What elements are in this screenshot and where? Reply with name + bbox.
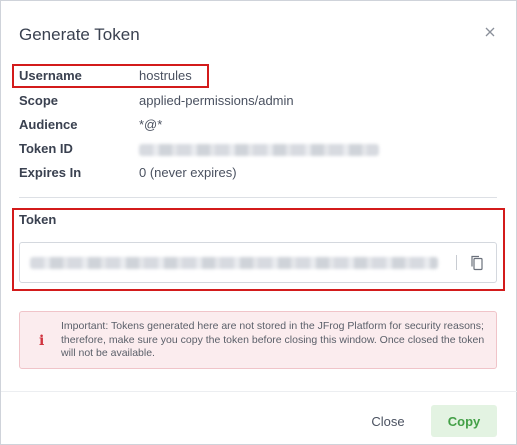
username-label: Username [19, 68, 82, 83]
copy-button[interactable]: Copy [431, 405, 497, 437]
footer-divider [1, 391, 517, 392]
scope-label: Scope [19, 93, 59, 108]
warning-banner: i Important: Tokens generated here are n… [19, 311, 497, 369]
generate-token-dialog: Generate Token Username hostrules Scope … [0, 0, 517, 445]
copy-icon[interactable] [469, 254, 485, 272]
username-value: hostrules [139, 68, 192, 83]
token-redacted-value [30, 257, 438, 269]
token-id-redacted [139, 144, 379, 156]
audience-label: Audience [19, 117, 78, 132]
token-label: Token [19, 212, 57, 227]
close-button[interactable]: Close [359, 405, 417, 437]
info-icon: i [39, 333, 45, 349]
audience-value: *@* [139, 117, 163, 132]
scope-value: applied-permissions/admin [139, 93, 294, 108]
expires-in-label: Expires In [19, 165, 82, 180]
section-divider [19, 197, 497, 198]
token-id-label: Token ID [19, 141, 73, 156]
dialog-title: Generate Token [19, 25, 140, 44]
close-icon[interactable] [482, 24, 498, 40]
token-field[interactable] [19, 242, 497, 283]
field-separator [456, 255, 457, 270]
warning-text: Important: Tokens generated here are not… [61, 320, 485, 359]
expires-in-value: 0 (never expires) [139, 165, 237, 180]
